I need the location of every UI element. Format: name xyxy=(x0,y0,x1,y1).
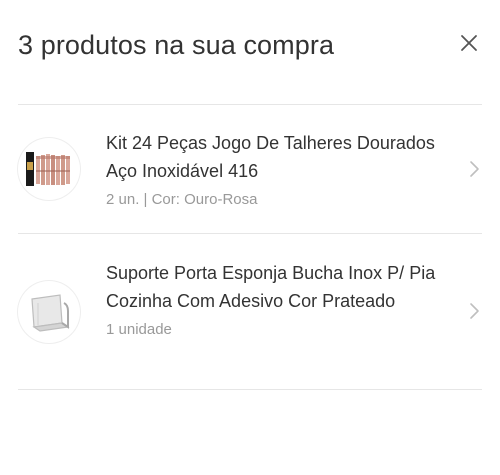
product-info: Kit 24 Peças Jogo De Talheres Dourados A… xyxy=(106,129,446,209)
product-info: Suporte Porta Esponja Bucha Inox P/ Pia … xyxy=(106,259,446,339)
purchase-products-modal: 3 produtos na sua compra Kit 24 Peças Jo… xyxy=(0,0,500,475)
product-name: Kit 24 Peças Jogo De Talheres Dourados A… xyxy=(106,133,435,181)
chevron-right-icon xyxy=(468,302,480,320)
close-button[interactable] xyxy=(458,32,480,54)
modal-header: 3 produtos na sua compra xyxy=(18,0,482,105)
sponge-holder-thumbnail xyxy=(18,281,80,343)
cutlery-set-thumbnail xyxy=(18,138,80,200)
product-meta: 2 un. | Cor: Ouro-Rosa xyxy=(106,191,258,208)
close-icon xyxy=(461,35,477,51)
product-name: Suporte Porta Esponja Bucha Inox P/ Pia … xyxy=(106,263,436,311)
chevron-right-icon xyxy=(468,160,480,178)
product-item-sponge-holder[interactable]: Suporte Porta Esponja Bucha Inox P/ Pia … xyxy=(18,234,482,390)
product-meta: 1 unidade xyxy=(106,321,172,338)
product-list: Kit 24 Peças Jogo De Talheres Dourados A… xyxy=(18,105,482,390)
product-item-cutlery-set[interactable]: Kit 24 Peças Jogo De Talheres Dourados A… xyxy=(18,105,482,234)
modal-title: 3 produtos na sua compra xyxy=(18,30,335,60)
